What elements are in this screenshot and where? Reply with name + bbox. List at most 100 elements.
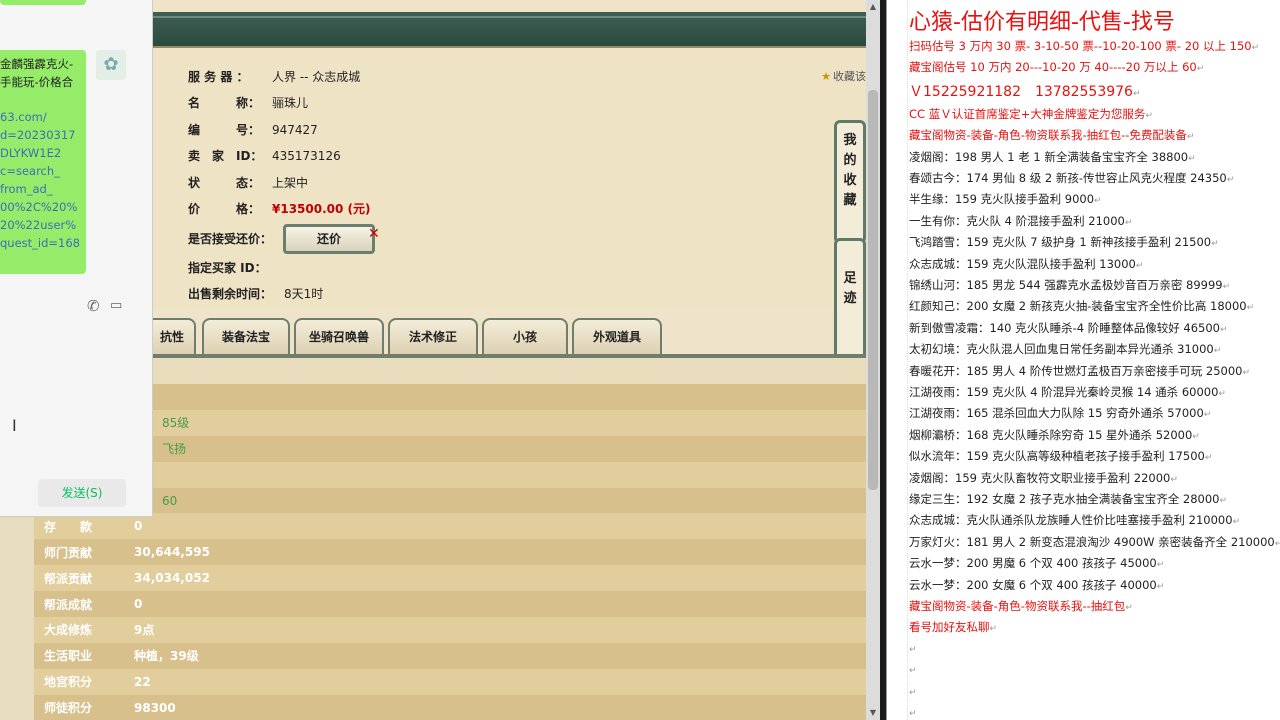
paragraph-mark-icon: ↵ [1170,474,1178,485]
paragraph-mark-icon: ↵ [909,644,917,655]
listing-info-panel: 服 务 器 ： 人界 -- 众志成城名 称： 骊珠儿编 号： 947427 卖 家 ID… [150,48,866,310]
tab-item[interactable]: 法术修正 [388,318,478,354]
character-stats-table: 85级 飞扬 60 存 款 0 师门贡献 30,644,595 帮派贡献 34,034,052 帮… [34,384,866,720]
document-line: 烟柳灞桥：168 克火队睡杀除穷奇 15 星外通杀 52000↵ [909,427,1200,442]
info-row: 是否接受还价： [188,230,284,247]
video-icon[interactable]: ▭ [110,298,122,313]
info-label: 价 格： [188,202,261,216]
phone-icon[interactable]: ✆ [87,297,100,315]
paragraph-mark-icon: ↵ [1232,517,1241,528]
document-line: 藏宝阁物资-装备-角色-物资联系我-抽红包--免费配装备↵ [909,128,1195,143]
paragraph-mark-icon: ↵ [1246,303,1255,314]
message-link-line[interactable]: 63.com/ [0,110,86,124]
tab-item[interactable]: 抗性 [150,318,196,354]
category-tabs: 抗性 装备法宝 坐骑召唤兽 法术修正 小孩 外观道具 [150,318,840,356]
document-line: 众志成城：159 克火队混队接手盈利 13000↵ [909,256,1144,271]
side-button-my-favorites[interactable]: 我的收藏 [834,120,866,244]
paragraph-mark-icon: ↵ [1186,132,1195,143]
info-value: ¥13500.00 (元) [272,202,371,216]
table-row [34,461,866,488]
paragraph-mark-icon: ↵ [1156,560,1165,571]
paragraph-mark-icon: ↵ [1242,367,1251,378]
paragraph-mark-icon: ↵ [1124,217,1133,228]
message-bubble-prev [0,0,86,5]
paragraph-mark-icon: ↵ [909,709,917,719]
document-line: 太初幻境：克火队混人回血鬼日常任务副本异光通杀 31000↵ [909,342,1222,357]
text-cursor: I [12,416,17,435]
tab-item[interactable]: 外观道具 [572,318,662,354]
paragraph-mark-icon: ↵ [1222,282,1231,292]
scrollbar-thumb[interactable] [868,90,878,490]
document-line: 红颜知己：200 女魔 2 新孩克火抽-装备宝宝齐全性价比高 18000↵ [909,299,1255,314]
message-link-line[interactable]: DLYKW1E2 [0,146,86,160]
paragraph-mark-icon: ↵ [1135,260,1144,271]
sub-header-bar [150,358,866,384]
document-line: 藏宝阁物资-装备-角色-物资联系我--抽红包↵ [909,599,1133,613]
stat-value: 85级 [162,416,190,431]
info-label: 是否接受还价： [188,232,273,246]
stat-value: 34,034,052 [134,571,210,586]
stat-value: 飞扬 [162,442,187,457]
message-bubble[interactable]: 金麟强霹克火- 手能玩-价格合 63.com/d=20230317 DLYKW1E2 c… [0,50,86,274]
document-line: 锦绣山河：185 男龙 544 强霹克水孟极妙音百万亲密 89999↵ [909,278,1231,292]
game-title-bar [150,12,866,49]
paragraph-mark-icon: ↵ [909,666,917,677]
info-value: 947427 [272,123,318,137]
info-row: 编 号： 947427 [188,121,318,138]
message-link-line[interactable]: c=search_ [0,164,86,178]
message-link-line[interactable]: d=20230317 [0,128,86,142]
message-link-line[interactable]: from_ad_ [0,182,86,196]
stat-value: 9点 [134,623,155,638]
document-line: 春颂古今：174 男仙 8 级 2 新孩-传世容止风克火程度 24350↵ [909,171,1235,185]
document-line: CC 蓝Ｖ认证首席鉴定+大神金牌鉴定为您服务↵ [909,106,1153,121]
table-row: 85级 [34,409,866,436]
message-link-line[interactable]: 20%22user% [0,218,86,232]
vertical-scrollbar[interactable]: ▲ ▼ [866,0,880,720]
message-link-line[interactable]: quest_id=168 [0,236,86,250]
document-line: 春暖花开：185 男人 4 阶传世燃灯孟极百万亲密接手可玩 25000↵ [909,363,1251,378]
info-row: 出售剩余时间： 8天1时 [188,285,323,302]
stat-value: 60 [162,493,178,508]
paragraph-mark-icon: ↵ [1219,496,1228,506]
document-line: 缘定三生：192 女魔 2 孩子克水抽全满装备宝宝齐全 28000↵ [909,492,1228,506]
stat-label: 帮派成就 [44,597,93,612]
info-label: 指定买家 ID： [188,261,267,275]
table-row: 师徒积分 98300 [34,694,866,720]
paragraph-mark-icon: ↵ [1196,64,1205,75]
info-value: 8天1时 [284,287,324,301]
stat-label: 师徒积分 [44,701,93,716]
paragraph-mark-icon: ↵ [1145,110,1153,121]
stat-value: 种植，39级 [134,649,199,664]
chat-window: 金麟强霹克火- 手能玩-价格合 63.com/d=20230317 DLYKW1E2 c… [0,0,153,517]
tab-item[interactable]: 装备法宝 [202,318,290,354]
message-link-line[interactable]: 00%2C%20% [0,200,86,214]
send-button[interactable]: 发送(S) [38,479,126,507]
favorite-link[interactable]: ★ 收藏该 [821,68,866,84]
avatar[interactable]: ✿ [96,50,126,80]
tab-item[interactable]: 坐骑召唤兽 [294,318,384,354]
stat-value: 0 [134,597,143,612]
scroll-down-icon[interactable]: ▼ [866,706,880,720]
stat-label: 师门贡献 [44,545,93,560]
close-icon[interactable]: ✕ [368,226,380,242]
message-text-line: 手能玩-价格合 [0,75,74,89]
document-line: 似水流年：159 克火队高等级种植老孩子接手盈利 17500↵ [909,449,1213,464]
paragraph-mark-icon: ↵ [1251,43,1260,53]
side-button-char: 我 [843,133,857,148]
tab-item[interactable]: 小孩 [482,318,568,354]
counter-offer-button[interactable]: 还价 [283,224,375,254]
paragraph-mark-icon: ↵ [1132,88,1141,99]
scroll-up-icon[interactable]: ▲ [866,0,880,14]
document-line: 万家灯火：181 男人 2 新变态混浪淘沙 4900W 亲密装备齐全 21000… [909,534,1280,550]
info-label: 编 号： [188,123,261,137]
table-row: 师门贡献 30,644,595 [34,539,866,566]
document-line: 看号加好友私聊↵ [909,620,998,635]
message-text-line: 金麟强霹克火- [0,57,74,71]
side-button-char: 收 [843,173,857,188]
paragraph-mark-icon: ↵ [1192,431,1200,442]
stat-value: 0 [134,519,143,534]
paragraph-mark-icon: ↵ [1219,324,1228,335]
info-value: 上架中 [272,176,309,190]
paragraph-mark-icon: ↵ [1204,453,1213,464]
document-line: 半生缘：159 克火队接手盈利 9000↵ [909,192,1102,207]
